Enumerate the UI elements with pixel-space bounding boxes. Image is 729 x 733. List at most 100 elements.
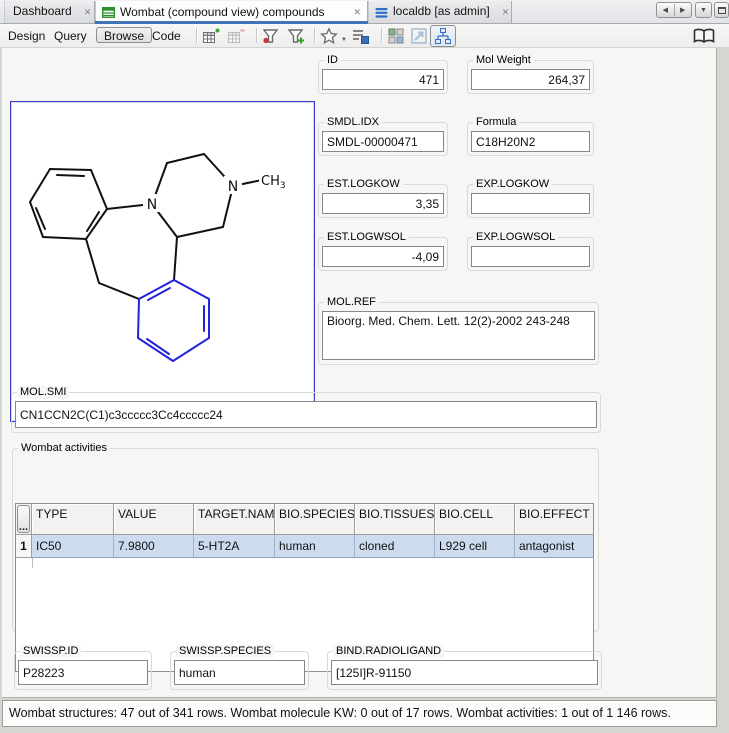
table-row[interactable]: 1 IC50 7.9800 5-HT2A human cloned L929 c… (16, 535, 593, 558)
swissp-species-input[interactable]: human (174, 660, 305, 685)
close-icon[interactable]: ✕ (494, 7, 510, 18)
highlighted-ring (136, 278, 210, 363)
gutter-line (32, 558, 33, 568)
close-icon[interactable]: ✕ (76, 7, 92, 18)
status-bar: Wombat structures: 47 out of 341 rows. W… (2, 700, 717, 727)
column-chooser-button[interactable]: ... (17, 505, 30, 533)
column-header[interactable]: BIO.CELL (435, 504, 515, 535)
field-mol-ref: MOL.REF Bioorg. Med. Chem. Lett. 12(2)-2… (318, 296, 599, 365)
table-cell[interactable]: IC50 (32, 535, 114, 558)
tab-wombat-compounds[interactable]: Wombat (compound view) compounds ✕ (95, 1, 368, 24)
column-header[interactable]: BIO.SPECIES (275, 504, 355, 535)
code-mode-button[interactable]: Code (152, 28, 181, 44)
field-label: SMDL.IDX (324, 116, 382, 129)
maximize-icon (717, 6, 726, 14)
query-mode-button[interactable]: Query (54, 28, 87, 44)
add-row-icon[interactable] (202, 27, 220, 45)
application-window: Dashboard ✕ Wombat (compound view) compo… (0, 0, 729, 733)
table-cell[interactable]: human (275, 535, 355, 558)
est-logwsol-input[interactable]: -4,09 (322, 246, 444, 267)
scroll-left-icon[interactable]: ◀ (657, 6, 674, 14)
star-dropdown-icon[interactable]: ▼ (341, 32, 347, 48)
column-header[interactable]: VALUE (114, 504, 194, 535)
nitrogen-atom-label: N (228, 179, 238, 195)
column-header[interactable]: TARGET.NAME (194, 504, 275, 535)
table-cell[interactable]: cloned (355, 535, 435, 558)
tab-dashboard[interactable]: Dashboard ✕ (4, 1, 95, 23)
view-toolbar: Design Query Browse Code ▼ (0, 24, 729, 48)
grid-table-icon (102, 7, 115, 19)
table-cell[interactable]: L929 cell (435, 535, 515, 558)
mol-smi-input[interactable]: CN1CCN2C(C1)c3ccccc3Cc4ccccc24 (15, 401, 597, 428)
column-header[interactable]: BIO.EFFECT (515, 504, 593, 535)
widgets-grid-icon[interactable] (387, 27, 405, 45)
field-label: Mol Weight (473, 54, 534, 67)
design-mode-button[interactable]: Design (8, 28, 45, 44)
export-arrow-icon[interactable] (410, 27, 428, 45)
field-bind-radioligand: BIND.RADIOLIGAND [125I]R-91150 (327, 645, 602, 690)
tab-localdb[interactable]: localdb [as admin] ✕ (368, 1, 512, 23)
close-icon[interactable]: ✕ (345, 7, 361, 18)
field-formula: Formula C18H20N2 (467, 116, 594, 156)
row-number: 1 (16, 535, 32, 558)
field-label: MOL.SMI (17, 386, 70, 399)
field-label: BIND.RADIOLIGAND (333, 645, 445, 658)
field-label: EST.LOGWSOL (324, 231, 409, 244)
column-header[interactable]: BIO.TISSUESOU (355, 504, 435, 535)
mol-ref-input[interactable]: Bioorg. Med. Chem. Lett. 12(2)-2002 243-… (322, 311, 595, 360)
toolbar-separator (314, 28, 315, 43)
table-cell[interactable]: 5-HT2A (194, 535, 275, 558)
group-label: Wombat activities (18, 442, 110, 455)
field-label: SWISSP.SPECIES (176, 645, 275, 658)
toolbar-separator (256, 28, 257, 43)
book-icon[interactable] (692, 27, 716, 45)
molecule-structure-panel[interactable]: N N CH3 (10, 101, 315, 422)
table-cell[interactable]: antagonist (515, 535, 593, 558)
field-label: SWISSP.ID (20, 645, 82, 658)
hierarchy-icon (435, 28, 451, 44)
activities-table: ... TYPE VALUE TARGET.NAME BIO.SPECIES B… (15, 503, 594, 672)
compound-form: N N CH3 ID 471 Mol Weight 264,37 SMDL.ID… (2, 48, 717, 698)
est-logkow-input[interactable]: 3,35 (322, 193, 444, 214)
filter-active-icon[interactable] (262, 27, 280, 45)
row-count-status: Wombat structures: 47 out of 341 rows. W… (9, 706, 671, 720)
table-corner-cell: ... (16, 504, 32, 535)
molecule-drawing: N N CH3 (28, 153, 297, 363)
chevron-down-icon: ▼ (700, 6, 707, 14)
hierarchy-view-button[interactable] (430, 25, 456, 47)
exp-logkow-input[interactable] (471, 193, 590, 214)
table-cell[interactable]: 7.9800 (114, 535, 194, 558)
tab-scroll-buttons: ◀ ▶ (656, 2, 692, 18)
smdl-idx-input[interactable]: SMDL-00000471 (322, 131, 444, 152)
field-swissp-id: SWISSP.ID P28223 (14, 645, 152, 690)
exp-logwsol-input[interactable] (471, 246, 590, 267)
browse-mode-button[interactable]: Browse (96, 27, 153, 43)
tab-list-dropdown-button[interactable]: ▼ (695, 2, 712, 18)
favorites-star-icon[interactable] (320, 27, 338, 45)
formula-input[interactable]: C18H20N2 (471, 131, 590, 152)
field-mol-weight: Mol Weight 264,37 (467, 54, 594, 94)
field-label: Formula (473, 116, 520, 129)
field-smdl-idx: SMDL.IDX SMDL-00000471 (318, 116, 448, 156)
bind-radioligand-input[interactable]: [125I]R-91150 (331, 660, 598, 685)
field-swissp-species: SWISSP.SPECIES human (170, 645, 309, 690)
field-label: MOL.REF (324, 296, 379, 309)
tab-bar: Dashboard ✕ Wombat (compound view) compo… (0, 0, 729, 24)
field-id: ID 471 (318, 54, 448, 94)
field-label: EST.LOGKOW (324, 178, 403, 191)
table-header-row: ... TYPE VALUE TARGET.NAME BIO.SPECIES B… (16, 504, 593, 535)
field-label: EXP.LOGWSOL (473, 231, 559, 244)
filter-add-icon[interactable] (287, 27, 305, 45)
maximize-window-button[interactable] (714, 2, 729, 18)
swissp-id-input[interactable]: P28223 (18, 660, 148, 685)
tab-label: Dashboard (13, 4, 72, 18)
id-input[interactable]: 471 (322, 69, 444, 90)
database-connection-icon (375, 7, 388, 18)
column-header[interactable]: TYPE (32, 504, 114, 535)
field-list-icon[interactable] (352, 27, 370, 45)
mol-weight-input[interactable]: 264,37 (471, 69, 590, 90)
scroll-right-icon[interactable]: ▶ (674, 6, 691, 14)
delete-row-icon[interactable] (227, 27, 245, 45)
field-est-logkow: EST.LOGKOW 3,35 (318, 178, 448, 218)
field-est-logwsol: EST.LOGWSOL -4,09 (318, 231, 448, 271)
